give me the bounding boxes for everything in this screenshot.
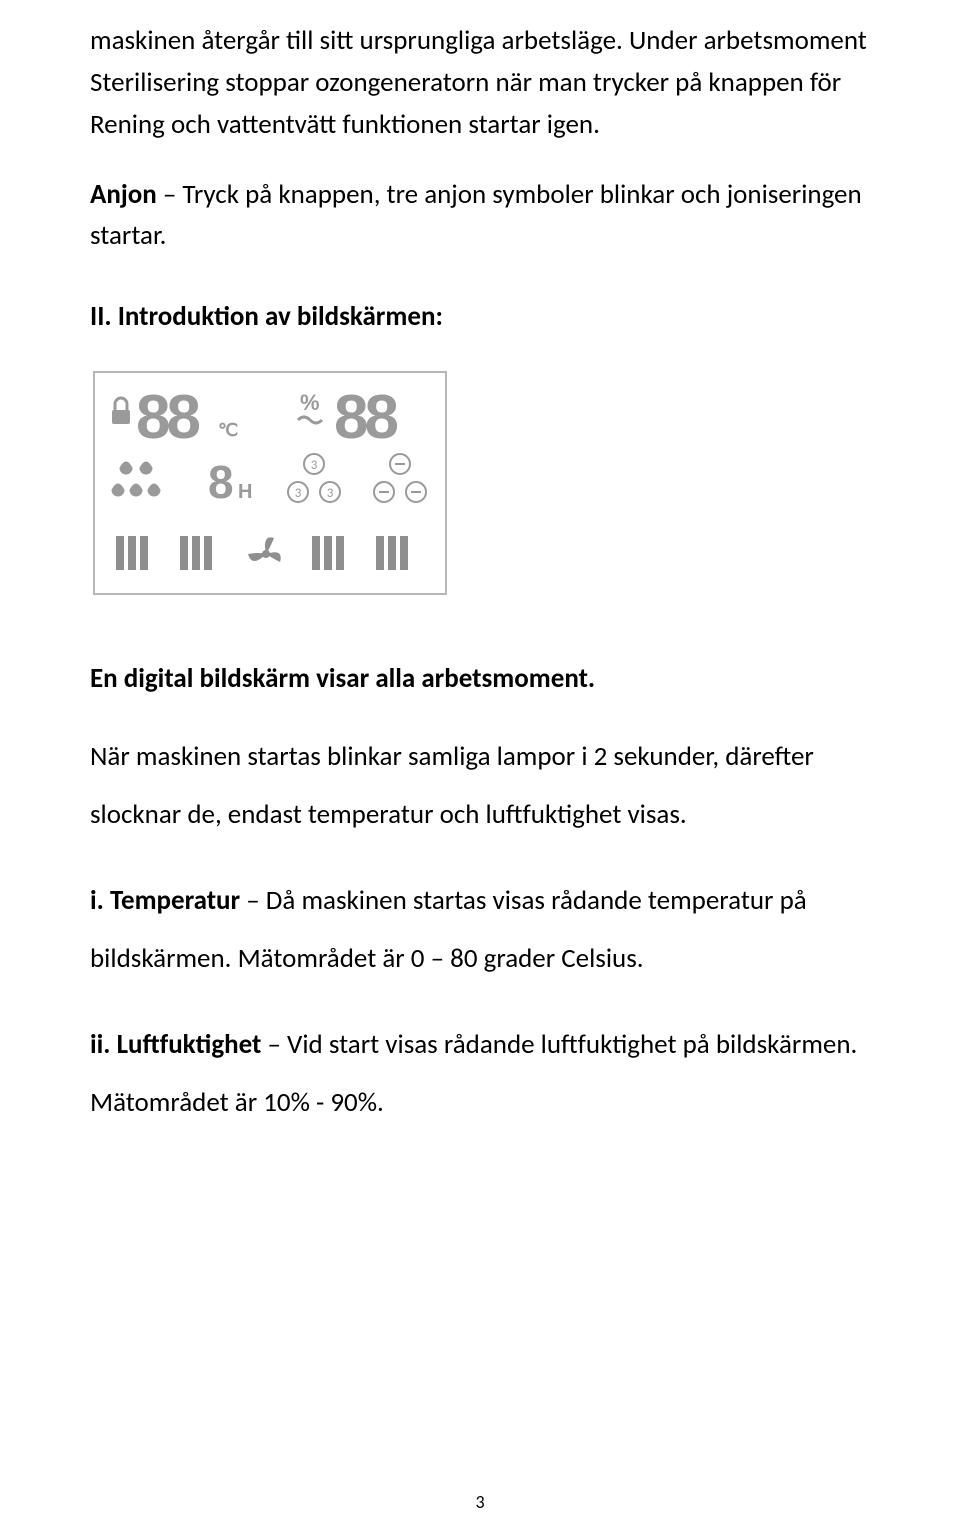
svg-text:3: 3: [327, 486, 334, 501]
svg-text:3: 3: [311, 458, 318, 473]
svg-text:3: 3: [295, 486, 302, 501]
humidity-readout: 88: [334, 383, 397, 452]
paragraph-digital-display: En digital bildskärm visar alla arbetsmo…: [90, 658, 870, 700]
paragraph-anjon: Anjon – Tryck på knappen, tre anjon symb…: [90, 174, 870, 258]
temp-readout: 88: [136, 383, 199, 452]
center-h: H: [238, 481, 252, 503]
anjon-rest: – Tryck på knappen, tre anjon symboler b…: [90, 178, 862, 253]
paragraph-startup: När maskinen startas blinkar samliga lam…: [90, 728, 870, 844]
lcd-display-illustration: 88 ℃ % 88 8: [90, 368, 450, 598]
page-number: 3: [0, 1491, 960, 1513]
paragraph-temperature: i. Temperatur – Då maskinen startas visa…: [90, 872, 870, 988]
percent-icon: %: [300, 390, 320, 415]
paragraph-humidity: ii. Luftfuktighet – Vid start visas råda…: [90, 1016, 870, 1132]
text: maskinen återgår till sitt ursprungliga …: [90, 24, 867, 141]
temp-unit: ℃: [218, 420, 238, 440]
humidity-label: ii. Luftfuktighet: [90, 1028, 261, 1061]
anjon-label: Anjon: [90, 178, 157, 211]
paragraph-intro-continuation: maskinen återgår till sitt ursprungliga …: [90, 20, 870, 146]
center-digit: 8: [208, 456, 234, 508]
temperature-label: i. Temperatur: [90, 884, 240, 917]
heading-display-intro: II. Introduktion av bildskärmen:: [90, 297, 870, 338]
page: maskinen återgår till sitt ursprungliga …: [0, 0, 960, 1537]
display-mockup: 88 ℃ % 88 8: [90, 368, 870, 598]
